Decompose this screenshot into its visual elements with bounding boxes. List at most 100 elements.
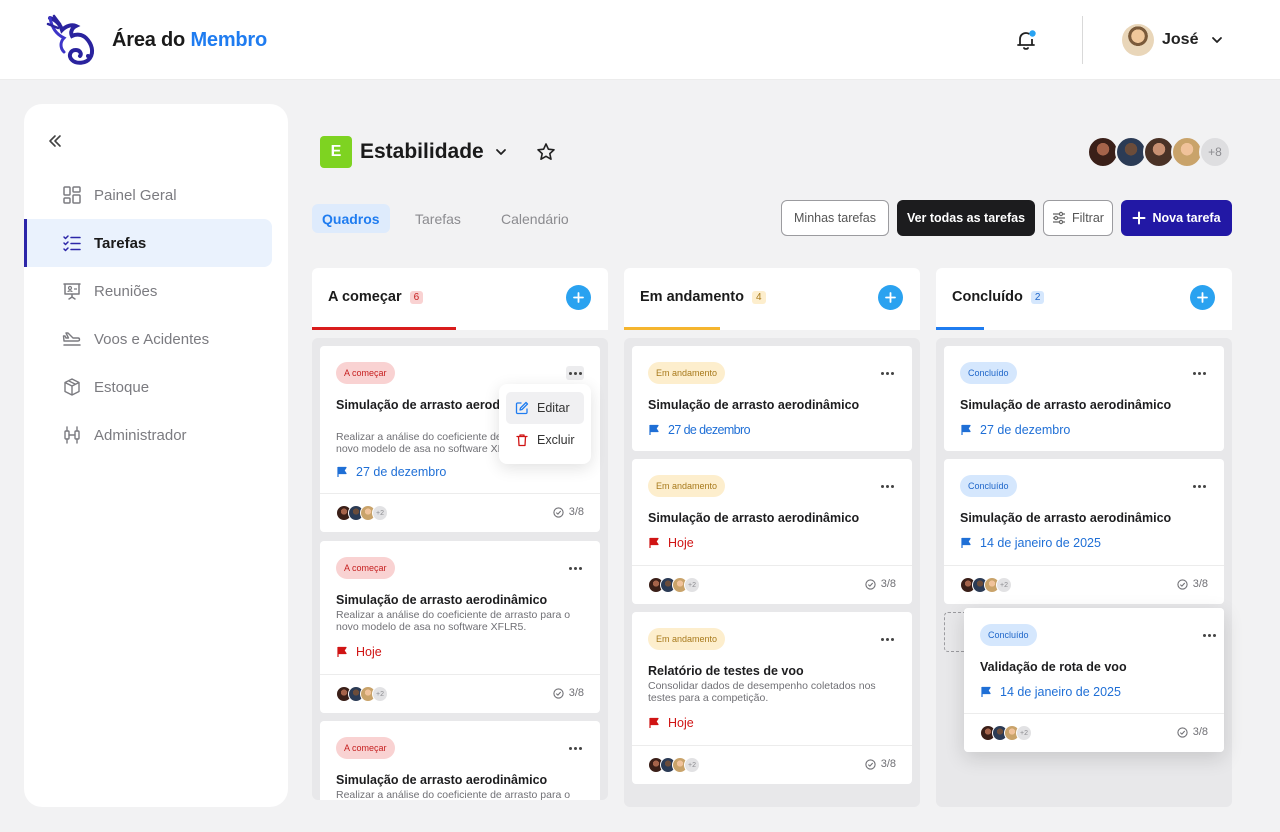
add-task-button[interactable] [1190, 285, 1215, 310]
plus-icon [1197, 292, 1208, 303]
card-more-options-icon[interactable] [566, 741, 584, 755]
card-more-options-icon[interactable] [878, 366, 896, 380]
card-more-options-icon[interactable] [566, 366, 584, 380]
due-date-text: 27 de dezembro [356, 465, 447, 479]
filter-sliders-icon [1053, 211, 1066, 225]
due-date-text: Hoje [668, 716, 694, 730]
sidebar-item-painel-geral[interactable]: Painel Geral [24, 171, 272, 219]
due-date-text: 27 de dezembro [668, 423, 751, 437]
check-circle-icon [1177, 578, 1188, 590]
column-concluido: Concluído 2 Concluído Simulação de arrast… [936, 268, 1232, 807]
sidebar-item-label: Tarefas [94, 234, 147, 252]
header-divider [1082, 16, 1083, 64]
app-title-text: Área do [112, 29, 186, 51]
edit-menu-item[interactable]: Editar [506, 392, 584, 424]
check-circle-icon [865, 578, 876, 590]
dashboard-icon [63, 186, 81, 204]
collapse-sidebar-icon[interactable] [46, 132, 64, 150]
card-description: Realizar a análise do coeficiente de arr… [336, 789, 571, 800]
card-footer: +2 3/8 [964, 713, 1224, 751]
plus-icon [1132, 211, 1146, 225]
checklist-progress: 3/8 [553, 506, 584, 518]
sidebar-item-label: Reuniões [94, 282, 158, 300]
tab-calendario[interactable]: Calendário [491, 204, 579, 233]
tab-quadros[interactable]: Quadros [312, 204, 390, 233]
card-due-date: Hoje [336, 645, 382, 659]
trash-icon [516, 434, 528, 447]
my-tasks-label: Minhas tarefas [794, 211, 876, 225]
flag-icon [981, 686, 991, 697]
task-card[interactable]: Concluído Simulação de arrasto aerodinâm… [944, 346, 1224, 451]
card-due-date: Hoje [648, 536, 694, 550]
notification-bell-icon[interactable] [1014, 28, 1038, 52]
card-due-date: 27 de dezembro [336, 465, 446, 479]
assignee-avatars: +2 [336, 686, 388, 702]
card-more-options-icon[interactable] [566, 561, 584, 575]
user-menu[interactable]: José [1122, 24, 1224, 56]
card-title: Simulação de arrasto aerodinâmico [960, 511, 1172, 525]
dragged-task-card[interactable]: Concluído Validação de rota de voo 14 de… [964, 608, 1224, 752]
my-tasks-button[interactable]: Minhas tarefas [781, 200, 889, 236]
favorite-star-icon[interactable] [536, 142, 556, 162]
project-title[interactable]: Estabilidade [360, 140, 484, 164]
column-em-andamento: Em andamento 4 Em andamento Simulação de … [624, 268, 920, 807]
checklist-progress: 3/8 [865, 578, 896, 590]
check-circle-icon [865, 758, 876, 770]
add-task-button[interactable] [878, 285, 903, 310]
card-title: Relatório de testes de voo [648, 664, 804, 678]
card-more-options-icon[interactable] [878, 479, 896, 493]
app-title-accent: Membro [190, 29, 268, 51]
column-title: Concluído [952, 289, 1023, 305]
card-footer: +2 3/8 [944, 565, 1224, 603]
sidebar-item-estoque[interactable]: Estoque [24, 363, 272, 411]
task-card[interactable]: Concluído Simulação de arrasto aerodinâm… [944, 459, 1224, 604]
sidebar-item-administrador[interactable]: Administrador [24, 411, 272, 459]
tab-tarefas[interactable]: Tarefas [405, 204, 471, 233]
task-card[interactable]: Em andamento Relatório de testes de voo … [632, 612, 912, 784]
column-header: Concluído 2 [936, 268, 1232, 330]
sidebar-item-tarefas[interactable]: Tarefas [24, 219, 272, 267]
project-badge: E [320, 136, 352, 168]
filter-label: Filtrar [1072, 211, 1104, 225]
card-footer: +2 3/8 [632, 745, 912, 783]
status-tag: Concluído [960, 475, 1017, 497]
add-task-button[interactable] [566, 285, 591, 310]
drop-placeholder [944, 612, 966, 652]
due-date-text: 14 de janeiro de 2025 [1000, 685, 1121, 699]
flag-icon [649, 424, 659, 435]
card-footer: +2 3/8 [320, 493, 600, 531]
flag-icon [649, 717, 659, 728]
task-card[interactable]: Em andamento Simulação de arrasto aerodi… [632, 459, 912, 604]
all-tasks-button[interactable]: Ver todas as tarefas [897, 200, 1035, 236]
project-dropdown-chevron-icon[interactable] [494, 145, 508, 159]
task-card[interactable]: A começar Simulação de arrasto aerodinâm… [320, 721, 600, 800]
card-more-options-icon[interactable] [878, 632, 896, 646]
edit-icon [515, 401, 529, 415]
checklist-progress: 3/8 [865, 758, 896, 770]
new-task-button[interactable]: Nova tarefa [1121, 200, 1232, 236]
check-circle-icon [1177, 726, 1188, 738]
sidebar-item-reunioes[interactable]: Reuniões [24, 267, 272, 315]
sidebar-item-voos-e-acidentes[interactable]: Voos e Acidentes [24, 315, 272, 363]
column-body: Em andamento Simulação de arrasto aerodi… [624, 338, 920, 807]
user-avatar [1122, 24, 1154, 56]
card-more-options-icon[interactable] [1190, 366, 1208, 380]
card-title: Simulação de arrasto aerodinâmico [336, 773, 548, 787]
column-count-badge: 4 [751, 290, 766, 304]
assignee-avatars: +2 [336, 505, 388, 521]
card-more-options-icon[interactable] [1190, 479, 1208, 493]
card-context-menu: Editar Excluir [499, 384, 591, 464]
filter-button[interactable]: Filtrar [1043, 200, 1113, 236]
task-card[interactable]: Em andamento Simulação de arrasto aerodi… [632, 346, 912, 451]
box-icon [64, 378, 80, 396]
team-avatars[interactable]: +8 [1087, 136, 1231, 168]
column-progress-bar [312, 327, 456, 330]
card-more-options-icon[interactable] [1200, 628, 1218, 642]
delete-menu-item[interactable]: Excluir [506, 424, 584, 456]
task-card[interactable]: A começar Simulação de arrasto aerodinâm… [320, 541, 600, 713]
status-tag: A começar [336, 362, 395, 384]
card-title: Validação de rota de voo [980, 660, 1127, 674]
edit-menu-label: Editar [537, 401, 570, 415]
assignee-avatars: +2 [980, 725, 1032, 741]
assignee-avatars: +2 [648, 577, 700, 593]
